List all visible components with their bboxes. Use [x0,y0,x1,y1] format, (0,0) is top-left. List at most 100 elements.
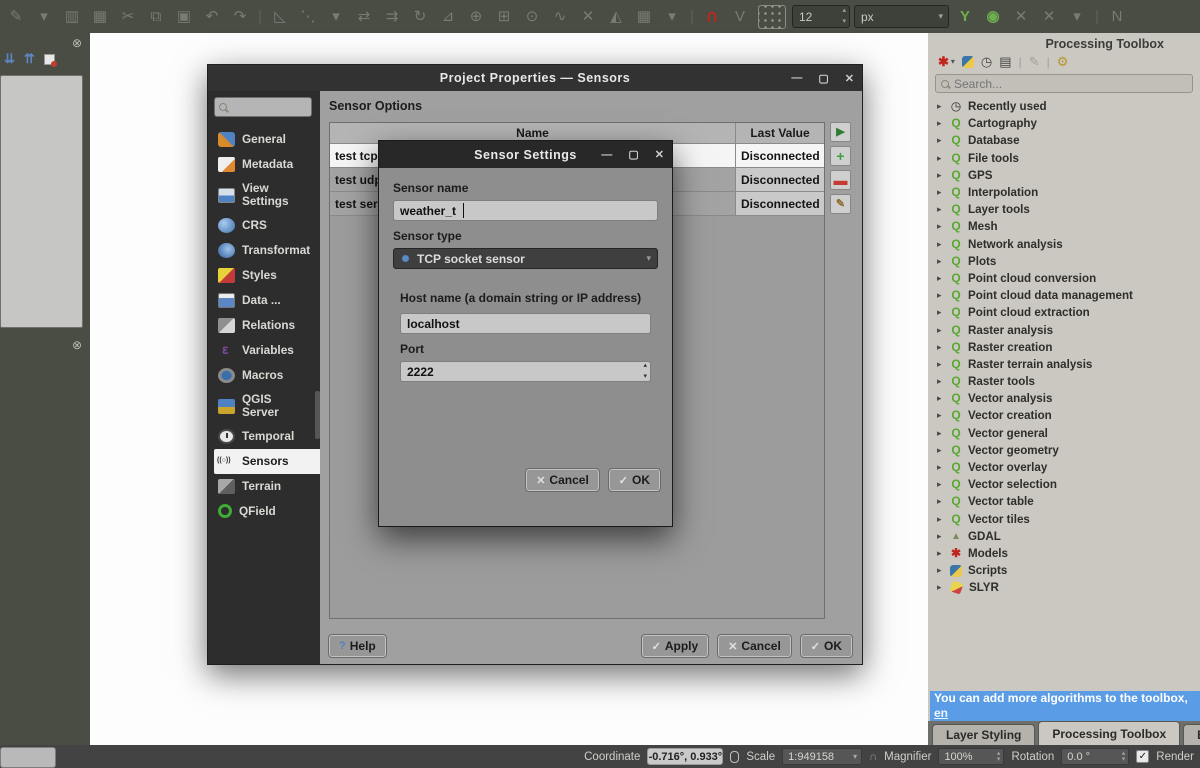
toolbox-item[interactable]: GDAL [928,528,1200,545]
toolbar-icon[interactable]: ▣ [172,5,196,29]
size-spinbox[interactable]: 12 ▴▾ [792,5,850,28]
sidebar-item[interactable]: Variables [214,338,312,363]
spin-arrows-icon[interactable]: ▴▾ [1122,751,1126,762]
locator-tab[interactable] [0,747,56,768]
host-name-input[interactable] [400,313,651,334]
toolbox-item[interactable]: Network analysis [928,236,1200,253]
expand-arrow-icon[interactable] [937,170,944,181]
toolbar-icon[interactable]: ⊞ [492,5,516,29]
toolbar-icon[interactable]: ↷ [228,5,252,29]
toolbar-icon[interactable]: | [1093,5,1101,29]
expand-arrow-icon[interactable] [937,445,944,456]
close-panel-icon[interactable]: ⊗ [72,338,82,352]
expand-arrow-icon[interactable] [937,496,944,507]
history-icon[interactable]: ◷ [981,55,992,69]
toolbox-item[interactable]: Cartography [928,115,1200,132]
toolbox-item[interactable]: Database [928,132,1200,149]
toolbar-icon[interactable]: ◉ [981,5,1005,29]
expand-arrow-icon[interactable] [937,531,944,542]
toolbox-item[interactable]: Raster tools [928,373,1200,390]
expand-arrow-icon[interactable] [937,514,944,525]
sidebar-item[interactable]: Metadata [214,152,312,177]
ok-button[interactable]: ✓ OK [801,635,852,657]
toolbar-icon[interactable]: ⇄ [352,5,376,29]
toolbox-item[interactable]: File tools [928,150,1200,167]
expand-arrow-icon[interactable] [937,273,944,284]
coordinate-input[interactable] [647,748,723,765]
help-button[interactable]: ? Help [329,635,386,657]
expand-arrow-icon[interactable] [937,565,944,576]
enable-providers-link[interactable]: en [934,706,948,720]
close-icon[interactable]: ✕ [655,148,664,161]
expand-arrow-icon[interactable] [937,410,944,421]
symbol-preview-button[interactable] [758,5,786,29]
toolbox-item[interactable]: Vector selection [928,476,1200,493]
dock-tab[interactable]: Brow [1183,724,1200,745]
sidebar-item[interactable]: QField [214,499,312,523]
expand-all-icon[interactable]: ⇊ [4,51,15,67]
toolbox-item[interactable]: Vector general [928,425,1200,442]
column-header-last-value[interactable]: Last Value [736,123,824,143]
cancel-button[interactable]: ✕ Cancel [526,469,599,491]
sidebar-item[interactable]: Macros [214,363,312,388]
python-console-icon[interactable] [962,56,974,68]
toolbar-icon[interactable]: Y [953,5,977,29]
search-input[interactable] [954,77,1187,91]
toolbox-search-box[interactable] [935,74,1193,93]
toolbox-item[interactable]: Recently used [928,98,1200,115]
layer-order-panel[interactable] [0,75,83,328]
toolbar-icon[interactable]: | [256,5,264,29]
remove-layer-icon[interactable] [44,54,55,65]
toolbar-icon[interactable]: ▥ [60,5,84,29]
spin-arrows-icon[interactable]: ▴▾ [643,363,647,380]
sensor-name-input[interactable] [393,200,658,221]
toolbar-icon[interactable]: ∿ [548,5,572,29]
sidebar-item[interactable]: View Settings [214,177,312,213]
toolbox-item[interactable]: Layer tools [928,201,1200,218]
sidebar-item[interactable]: Data ... [214,288,312,313]
toolbar-icon[interactable]: ▾ [1065,5,1089,29]
toolbar-icon[interactable]: ◺ [268,5,292,29]
sidebar-item[interactable]: Relations [214,313,312,338]
toolbox-item[interactable]: Raster analysis [928,321,1200,338]
expand-arrow-icon[interactable] [937,290,944,301]
minimize-icon[interactable]: — [601,149,612,161]
options-wrench-icon[interactable]: ⚙ [1057,55,1069,69]
sidebar-search-box[interactable] [214,97,312,117]
sidebar-item[interactable]: CRS [214,213,312,238]
toolbar-icon[interactable]: ⇉ [380,5,404,29]
expand-arrow-icon[interactable] [937,359,944,370]
toolbar-icon[interactable]: ▦ [88,5,112,29]
magnifier-spinbox[interactable]: 100% ▴▾ [938,748,1004,765]
expand-arrow-icon[interactable] [937,118,944,129]
sidebar-item[interactable]: General [214,127,312,152]
toolbar-icon[interactable]: ✕ [1037,5,1061,29]
spin-arrows-icon[interactable]: ▴▾ [997,751,1001,762]
toolbar-icon[interactable]: ⧉ [144,5,168,29]
dialog-titlebar[interactable]: Sensor Settings — ▢ ✕ [379,141,672,168]
toolbox-item[interactable]: Scripts [928,562,1200,579]
ok-button[interactable]: ✓ OK [609,469,660,491]
toolbox-item[interactable]: Raster creation [928,339,1200,356]
start-sensor-button[interactable]: ▶ [830,122,851,142]
toolbox-item[interactable]: GPS [928,167,1200,184]
expand-arrow-icon[interactable] [937,582,944,593]
expand-arrow-icon[interactable] [937,479,944,490]
edit-sensor-button[interactable]: ✎ [830,194,851,214]
expand-arrow-icon[interactable] [937,101,944,112]
apply-button[interactable]: ✓ Apply [642,635,709,657]
toolbar-icon[interactable]: ↻ [408,5,432,29]
toolbar-icon[interactable]: ▾ [32,5,56,29]
expand-arrow-icon[interactable] [937,204,944,215]
toolbox-item[interactable]: Vector geometry [928,442,1200,459]
sidebar-item[interactable]: Styles [214,263,312,288]
toolbox-item[interactable]: Vector creation [928,407,1200,424]
expand-arrow-icon[interactable] [937,376,944,387]
dock-tab[interactable]: Layer Styling [932,724,1035,745]
close-panel-icon[interactable]: ⊗ [72,36,82,50]
expand-arrow-icon[interactable] [937,428,944,439]
scale-combo[interactable]: 1:949158 ▾ [782,748,862,765]
toolbox-item[interactable]: Plots [928,253,1200,270]
toolbar-icon[interactable]: ✕ [576,5,600,29]
toolbox-item[interactable]: Models [928,545,1200,562]
